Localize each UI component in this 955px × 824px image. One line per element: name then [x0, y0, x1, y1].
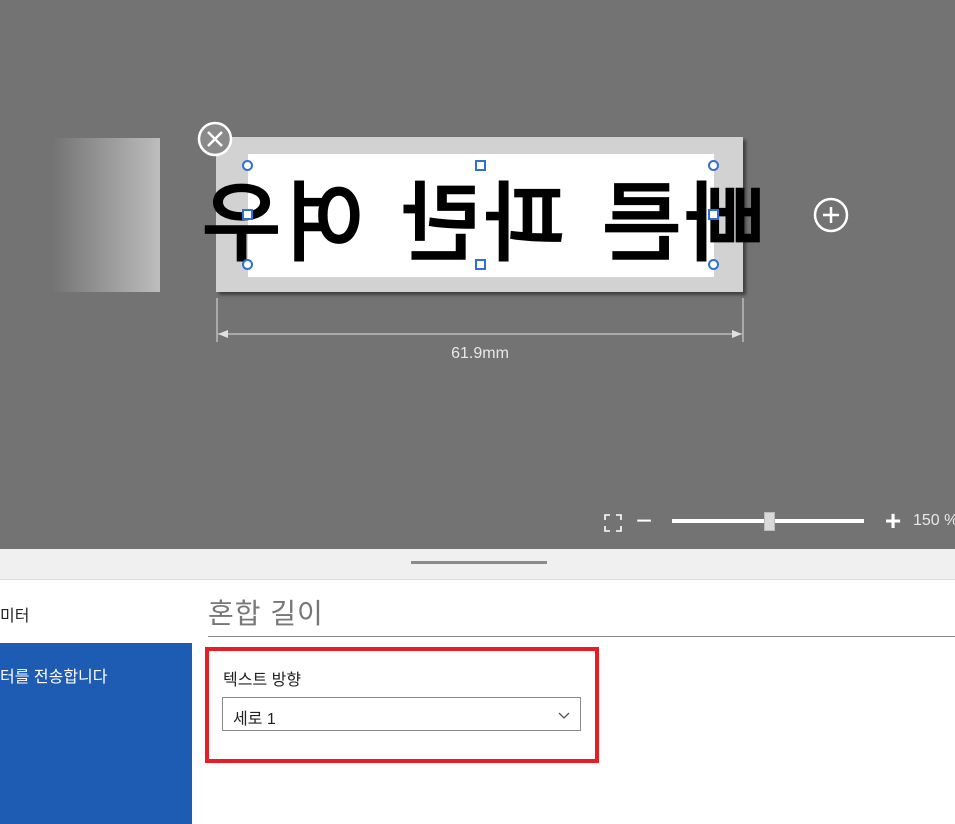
zoom-in-icon[interactable]: +	[881, 507, 905, 535]
section-divider	[208, 636, 955, 637]
add-circle-icon[interactable]	[812, 196, 850, 234]
close-circle-icon[interactable]	[196, 120, 234, 158]
label-canvas[interactable]: 빠른 파란 여우 61.9mm − + 150 %	[0, 0, 955, 549]
resize-handle-middle-right[interactable]	[708, 209, 719, 220]
sidebar-item-parameters[interactable]: 미터	[0, 582, 192, 640]
chevron-down-icon	[558, 708, 570, 720]
text-direction-label: 텍스트 방향	[223, 672, 302, 689]
sidebar-item-label: 미터	[0, 608, 30, 625]
resize-handle-bottom-right[interactable]	[708, 259, 719, 270]
previous-label-preview[interactable]	[52, 138, 160, 292]
sidebar-item-label: 터를 전송합니다	[0, 669, 108, 686]
panel-splitter[interactable]	[0, 549, 955, 580]
width-dimension-line	[216, 298, 744, 342]
resize-handle-top-right[interactable]	[708, 160, 719, 171]
resize-handle-middle-left[interactable]	[242, 209, 253, 220]
resize-handle-bottom-left[interactable]	[242, 259, 253, 270]
resize-handle-top-center[interactable]	[475, 160, 486, 171]
sidebar-item-send-data[interactable]: 터를 전송합니다	[0, 643, 192, 824]
text-direction-select[interactable]: 세로 1	[222, 697, 581, 731]
zoom-value: 150 %	[913, 512, 955, 529]
width-dimension-label: 61.9mm	[451, 345, 509, 362]
splitter-grip[interactable]	[411, 561, 547, 564]
zoom-out-icon[interactable]: −	[633, 507, 655, 535]
fit-to-screen-icon[interactable]	[604, 514, 622, 532]
text-direction-value: 세로 1	[233, 711, 276, 728]
zoom-slider-thumb[interactable]	[764, 512, 775, 531]
resize-handle-top-left[interactable]	[242, 160, 253, 171]
resize-handle-bottom-center[interactable]	[475, 259, 486, 270]
section-title: 혼합 길이	[208, 598, 324, 629]
